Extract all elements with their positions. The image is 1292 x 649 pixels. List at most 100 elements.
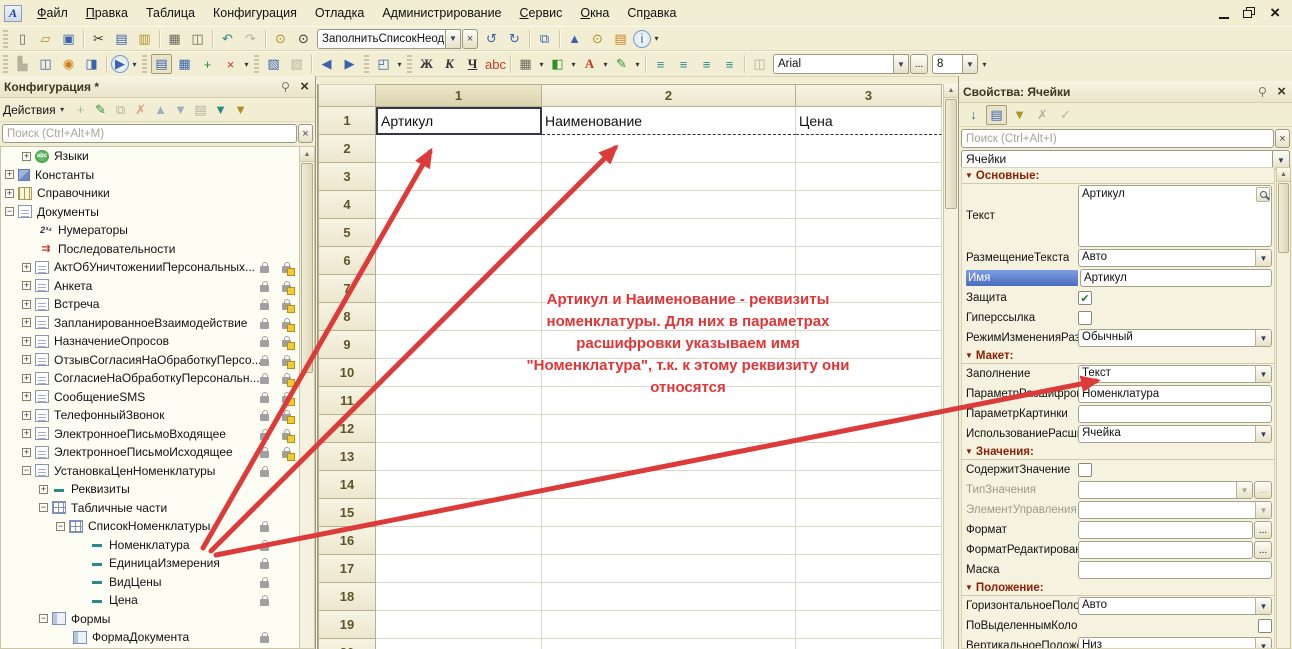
cell-r9c2[interactable] xyxy=(542,331,796,359)
delete-icon[interactable]: ✗ xyxy=(132,100,150,120)
row-header-7[interactable]: 7 xyxy=(318,275,376,303)
run-icon[interactable]: ▶ xyxy=(111,55,129,73)
expand-icon[interactable]: + xyxy=(22,337,31,346)
cell-r14c1[interactable] xyxy=(376,471,542,499)
cell-r17c3[interactable] xyxy=(796,555,942,583)
delete-cells-icon[interactable]: × xyxy=(220,54,241,74)
row-header-10[interactable]: 10 xyxy=(318,359,376,387)
filter-props-icon[interactable]: ▼ xyxy=(1009,105,1030,125)
align-right-icon[interactable]: ≡ xyxy=(696,54,717,74)
checkbox[interactable] xyxy=(1078,311,1092,325)
row-header-3[interactable]: 3 xyxy=(318,163,376,191)
menu-item-8[interactable]: Справка xyxy=(618,2,685,24)
sheet-scrollbar[interactable]: ▲ xyxy=(943,84,958,649)
chevron-down-icon[interactable]: ▼ xyxy=(1255,598,1271,614)
cell-r17c2[interactable] xyxy=(542,555,796,583)
property-select[interactable]: Авто▼ xyxy=(1078,597,1272,615)
dropdown-caret-icon[interactable]: ▾ xyxy=(130,60,139,69)
expand-icon[interactable]: + xyxy=(22,318,31,327)
column-header-3[interactable]: 3 xyxy=(796,84,942,107)
pin-icon[interactable] xyxy=(1257,87,1267,97)
cell-r3c1[interactable] xyxy=(376,163,542,191)
close-button[interactable]: × xyxy=(1270,7,1280,19)
apply-edit-icon[interactable]: ✓ xyxy=(1055,105,1076,125)
expand-icon[interactable]: + xyxy=(22,300,31,309)
dock-tree-icon[interactable]: ▙ xyxy=(12,54,33,74)
names-area-icon[interactable]: ▧ xyxy=(263,54,284,74)
toolbar-handle[interactable] xyxy=(3,30,8,48)
actions-caret-icon[interactable]: ▾ xyxy=(58,105,67,114)
move-right-icon[interactable]: ▶ xyxy=(339,54,360,74)
borders-icon[interactable]: ▦ xyxy=(515,54,536,74)
cell-r2c1[interactable] xyxy=(376,135,542,163)
cell-r1c1[interactable]: Артикул xyxy=(376,107,542,135)
collapse-icon[interactable]: − xyxy=(39,614,48,623)
dropdown-caret-icon[interactable]: ▾ xyxy=(395,60,404,69)
dropdown-caret-icon[interactable]: ▾ xyxy=(980,60,989,69)
cell-r4c2[interactable] xyxy=(542,191,796,219)
column-header-1[interactable]: 1 xyxy=(376,84,542,107)
row-header-4[interactable]: 4 xyxy=(318,191,376,219)
tree-item[interactable]: ФормаДокумента xyxy=(1,628,299,647)
search-clear-icon[interactable]: × xyxy=(1275,129,1290,148)
help-search-icon[interactable]: ⊙ xyxy=(587,29,608,49)
cell-r19c1[interactable] xyxy=(376,611,542,639)
tree-item[interactable]: +Константы xyxy=(1,166,299,185)
align-left-icon[interactable]: ≡ xyxy=(650,54,671,74)
cell-r16c1[interactable] xyxy=(376,527,542,555)
cell-r20c1[interactable] xyxy=(376,639,542,649)
font-size-combobox[interactable]: 8▼ xyxy=(932,54,978,74)
grid-headers-icon[interactable]: ▦ xyxy=(174,54,195,74)
redo-icon[interactable]: ↷ xyxy=(240,29,261,49)
tree-item[interactable]: +ЭлектронноеПисьмоИсходящее xyxy=(1,443,299,462)
properties-scrollbar[interactable]: ▲ xyxy=(1276,167,1291,649)
row-header-2[interactable]: 2 xyxy=(318,135,376,163)
tree-item[interactable]: +▬Реквизиты xyxy=(1,480,299,499)
cell-r11c3[interactable] xyxy=(796,387,942,415)
navigate-back-icon[interactable]: ↺ xyxy=(481,29,502,49)
move-down-icon[interactable]: ▼ xyxy=(172,100,190,120)
cancel-edit-icon[interactable]: ✗ xyxy=(1032,105,1053,125)
row-header-13[interactable]: 13 xyxy=(318,443,376,471)
row-header-15[interactable]: 15 xyxy=(318,499,376,527)
categories-icon[interactable]: ▤ xyxy=(986,105,1007,125)
configuration-search-input[interactable] xyxy=(2,124,297,143)
font-name-combobox[interactable]: Arial▼... xyxy=(773,54,928,74)
cell-r13c3[interactable] xyxy=(796,443,942,471)
tree-item[interactable]: ▬Номенклатура xyxy=(1,536,299,555)
info-icon[interactable]: i xyxy=(633,30,651,48)
text-case-icon[interactable]: abc xyxy=(485,54,506,74)
collapse-icon[interactable]: − xyxy=(39,503,48,512)
tree-item[interactable]: −СписокНоменклатуры xyxy=(1,517,299,536)
cell-r19c3[interactable] xyxy=(796,611,942,639)
restore-button[interactable] xyxy=(1243,7,1256,19)
font-dialog-button[interactable]: ... xyxy=(910,54,928,74)
chevron-down-icon[interactable]: ▼ xyxy=(1255,250,1271,266)
property-input[interactable] xyxy=(1078,521,1253,539)
search-clear-icon[interactable]: × xyxy=(298,124,313,143)
menu-item-6[interactable]: Сервис xyxy=(511,2,572,24)
dropdown-caret-icon[interactable]: ▾ xyxy=(601,60,610,69)
dropdown-caret-icon[interactable]: ▾ xyxy=(652,34,661,43)
section-collapse-icon[interactable]: ▼ xyxy=(965,351,973,360)
expand-icon[interactable]: + xyxy=(22,263,31,272)
tree-item[interactable]: ▬Цена xyxy=(1,591,299,610)
form-panel-icon[interactable]: ◨ xyxy=(81,54,102,74)
cell-r5c1[interactable] xyxy=(376,219,542,247)
cell-r9c1[interactable] xyxy=(376,331,542,359)
cell-r6c3[interactable] xyxy=(796,247,942,275)
cell-r11c1[interactable] xyxy=(376,387,542,415)
expand-icon[interactable]: + xyxy=(5,189,14,198)
section-collapse-icon[interactable]: ▼ xyxy=(965,447,973,456)
tree-item[interactable]: +СообщениеSMS xyxy=(1,388,299,407)
module-icon[interactable]: ▤ xyxy=(610,29,631,49)
cell-r18c3[interactable] xyxy=(796,583,942,611)
tree-item[interactable]: −Документы xyxy=(1,203,299,222)
menu-item-4[interactable]: Отладка xyxy=(306,2,373,24)
actions-menu-button[interactable]: Действия xyxy=(3,103,56,117)
scroll-thumb[interactable] xyxy=(945,99,957,209)
row-header-5[interactable]: 5 xyxy=(318,219,376,247)
cell-r1c2[interactable]: Наименование xyxy=(542,107,796,135)
tree-scrollbar[interactable]: ▲ xyxy=(299,146,315,649)
pin-icon[interactable] xyxy=(280,82,290,92)
